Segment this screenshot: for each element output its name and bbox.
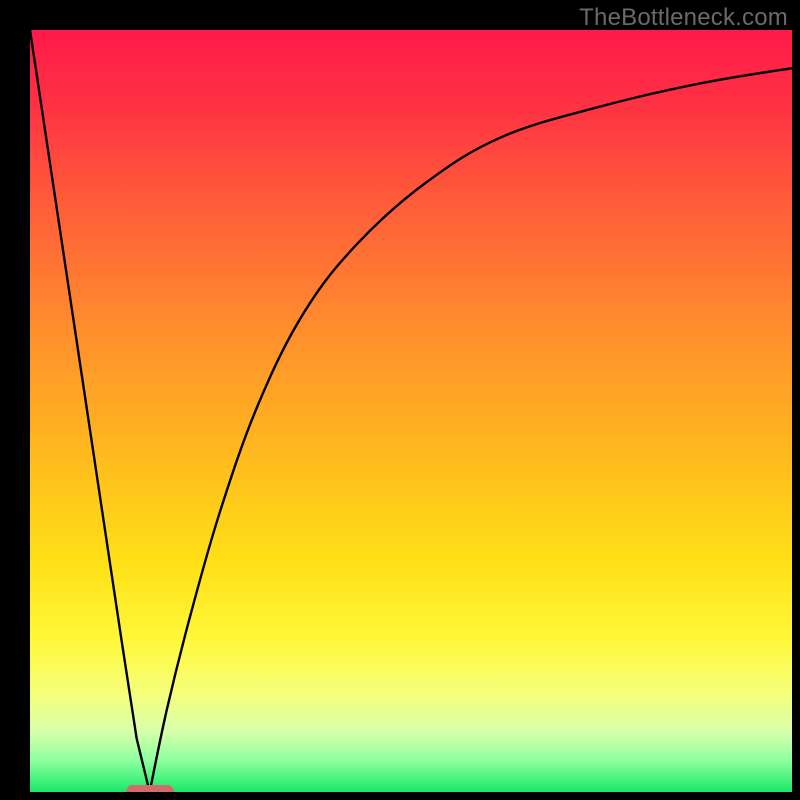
chart-frame: TheBottleneck.com	[0, 0, 800, 800]
plot-area	[30, 30, 792, 792]
minimum-marker-pill	[126, 785, 174, 792]
watermark-text: TheBottleneck.com	[579, 4, 788, 32]
curve-left-branch	[30, 30, 150, 792]
bottleneck-curve	[30, 30, 792, 792]
curve-right-branch	[150, 68, 792, 792]
